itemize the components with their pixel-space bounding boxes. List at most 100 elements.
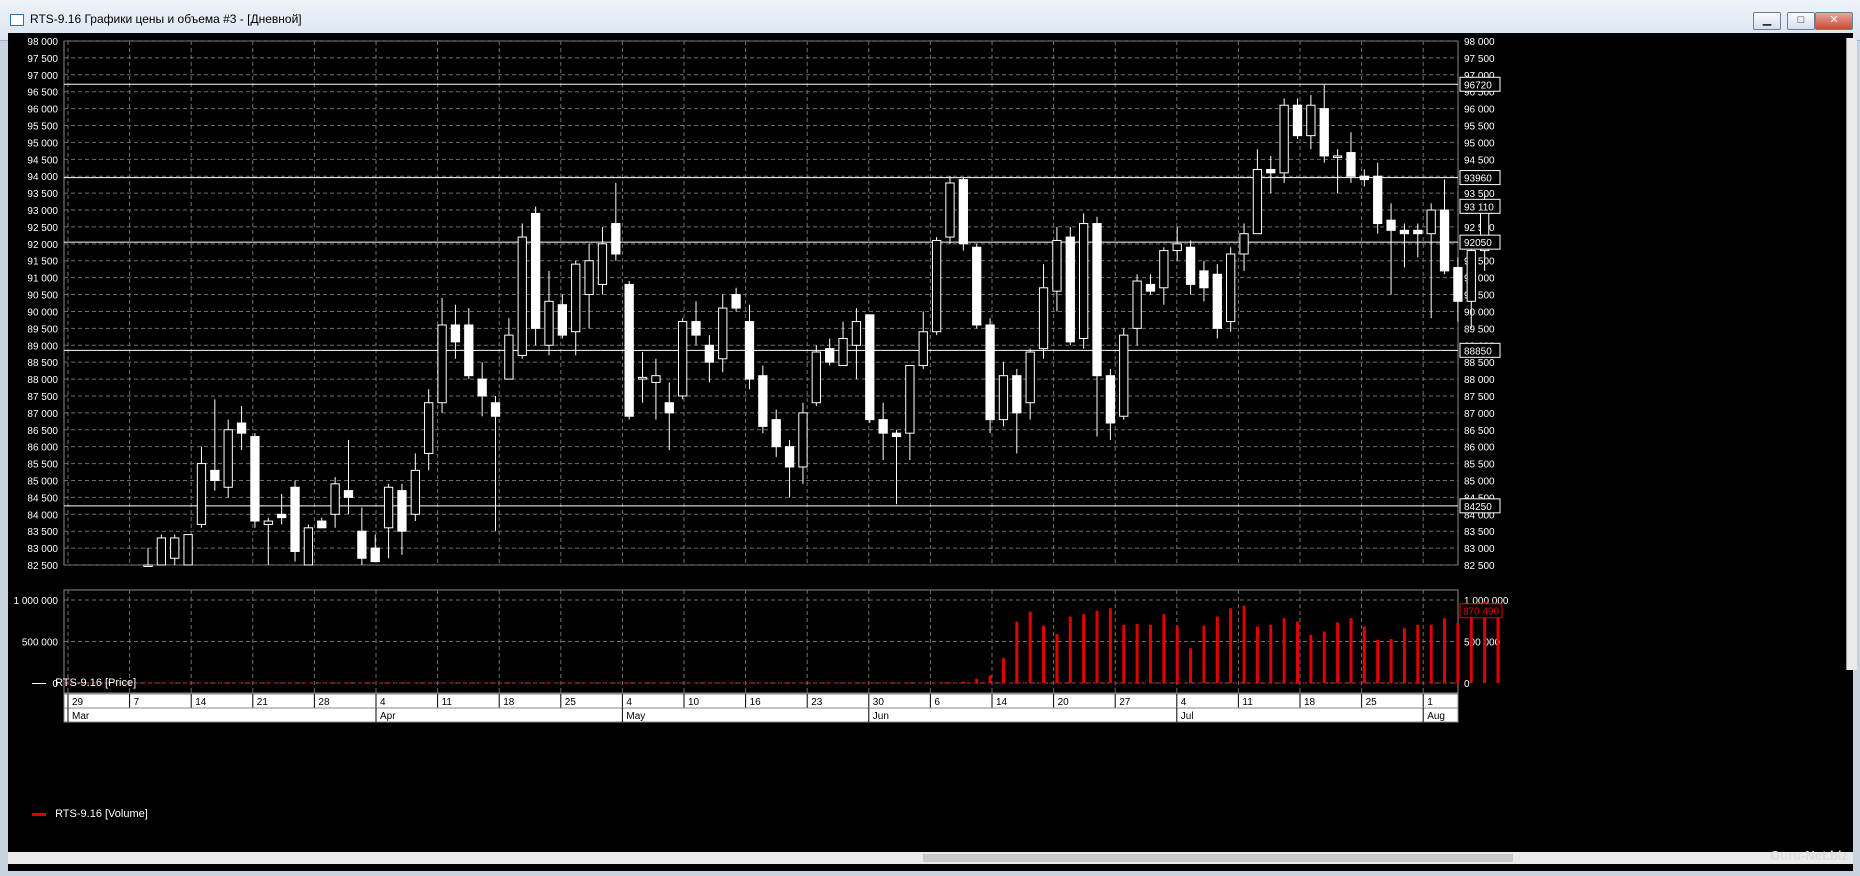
candle-body — [1199, 270, 1209, 289]
candle-body — [1346, 152, 1356, 177]
candle-body — [1453, 267, 1463, 302]
price-y-tick-right: 83 000 — [1464, 544, 1495, 555]
candle-body — [1226, 253, 1236, 323]
candle-body — [477, 378, 487, 397]
volume-y-tick-right: 0 — [1464, 679, 1470, 690]
time-axis-day-label: 30 — [873, 697, 885, 708]
candle-body — [196, 463, 207, 525]
candle-body — [1306, 104, 1316, 137]
time-axis-day-label: 11 — [442, 697, 453, 708]
time-axis-day-label: 10 — [688, 697, 700, 708]
candle-body — [143, 564, 153, 567]
candle-body — [945, 182, 955, 238]
price-y-tick-right: 88 000 — [1464, 375, 1495, 386]
minimize-button[interactable]: ▁ — [1753, 12, 1781, 30]
candle-body — [410, 469, 420, 515]
watermark: Guru-Net.biz — [1770, 848, 1848, 863]
price-y-tick-right: 87 000 — [1464, 409, 1495, 420]
price-y-tick-left: 83 500 — [27, 527, 58, 538]
candle-body — [504, 334, 514, 380]
candle-body — [1466, 250, 1476, 302]
price-y-tick-right: 93 500 — [1464, 189, 1495, 200]
price-legend-swatch — [32, 682, 46, 684]
volume-y-tick-left: 500 000 — [22, 638, 59, 649]
price-level-label: 84250 — [1464, 502, 1492, 513]
candle-body — [1292, 104, 1303, 137]
candle-body — [1386, 219, 1396, 231]
candle-body — [1132, 280, 1142, 329]
maximize-button[interactable]: □ — [1787, 12, 1815, 30]
time-axis-day-label: 4 — [1181, 697, 1187, 708]
candle-body — [210, 469, 220, 481]
candle-body — [1038, 287, 1049, 350]
candle-body — [277, 513, 287, 519]
vertical-scrollbar[interactable] — [1846, 38, 1857, 670]
price-level-label: 93 110 — [1464, 202, 1494, 213]
candle-body — [1145, 283, 1156, 292]
price-y-tick-left: 91 500 — [27, 257, 58, 268]
candle-body — [972, 246, 982, 326]
candle-body — [998, 375, 1009, 421]
price-y-tick-left: 92 500 — [27, 223, 58, 234]
horizontal-scrollbar[interactable] — [8, 852, 1853, 864]
candle-body — [624, 283, 634, 417]
candle-body — [330, 483, 340, 515]
candle-body — [1065, 236, 1075, 343]
price-y-tick-left: 88 500 — [27, 358, 58, 369]
candle-body — [464, 324, 474, 377]
candle-body — [664, 402, 674, 414]
time-axis-day-label: 11 — [1242, 697, 1253, 708]
time-axis-day-label: 27 — [1119, 697, 1131, 708]
candle-body — [290, 486, 300, 552]
candle-body — [156, 537, 167, 566]
time-axis-day-label: 25 — [565, 697, 577, 708]
price-y-tick-left: 87 000 — [27, 409, 58, 420]
volume-last-label: 870 490 — [1463, 607, 1500, 618]
price-y-tick-right: 86 500 — [1464, 426, 1495, 437]
time-axis-month-label: Jul — [1181, 711, 1194, 722]
price-y-tick-right: 96 000 — [1464, 105, 1495, 116]
price-legend-label: RTS-9.16 [Price] — [55, 677, 137, 689]
candle-body — [1119, 334, 1129, 417]
candle-body — [891, 432, 902, 438]
price-level-label: 93960 — [1464, 174, 1492, 185]
candle-body — [811, 351, 821, 404]
candle-body — [1025, 351, 1035, 404]
candle-body — [557, 304, 568, 336]
price-y-tick-left: 94 500 — [27, 155, 58, 166]
close-button[interactable]: ✕ — [1815, 12, 1853, 30]
price-y-tick-right: 95 000 — [1464, 138, 1495, 149]
candle-body — [584, 260, 594, 296]
horizontal-scrollbar-thumb[interactable] — [923, 854, 1513, 862]
chart-area[interactable]: 98 000 98 000 97 500 97 500 97 000 97 000 96 5… — [8, 33, 1853, 871]
chart-window-icon — [10, 14, 24, 26]
price-y-tick-left: 89 500 — [27, 324, 58, 335]
candle-body — [731, 294, 741, 309]
time-axis-day-label: 6 — [934, 697, 940, 708]
time-axis-day-label: 18 — [503, 697, 515, 708]
time-axis-day-label: 7 — [134, 697, 140, 708]
price-y-tick-left: 84 000 — [27, 510, 58, 521]
candle-body — [571, 263, 581, 333]
price-y-tick-left: 88 000 — [27, 375, 58, 386]
price-y-tick-left: 83 000 — [27, 544, 58, 555]
price-y-tick-left: 98 000 — [27, 37, 58, 48]
price-y-tick-left: 90 500 — [27, 291, 58, 302]
candle-body — [691, 321, 701, 336]
candle-body — [744, 321, 755, 380]
candle-body — [303, 527, 314, 566]
candle-body — [1279, 104, 1289, 174]
candle-body — [1439, 209, 1450, 272]
candle-body — [450, 324, 461, 343]
price-y-tick-right: 98 000 — [1464, 37, 1495, 48]
candle-body — [958, 179, 968, 245]
candle-body — [437, 324, 447, 404]
candle-body — [1266, 168, 1276, 174]
price-legend: RTS-9.16 [Price] — [32, 677, 136, 689]
candle-body — [718, 307, 728, 360]
candle-body — [1319, 108, 1329, 157]
chart-canvas[interactable]: 98 000 98 00097 500 97 50097 000 97 00096 5… — [8, 33, 1853, 871]
candle-body — [1359, 175, 1369, 181]
price-y-tick-left: 86 500 — [27, 426, 58, 437]
time-axis-day-label: 28 — [318, 697, 330, 708]
